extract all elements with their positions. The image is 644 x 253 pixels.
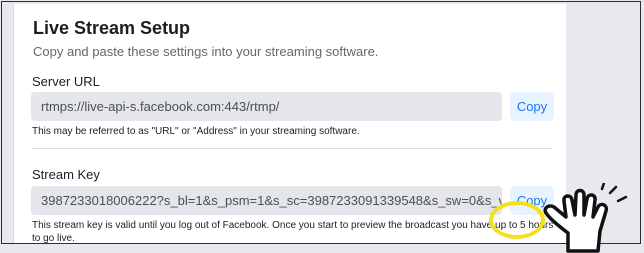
stream-key-label: Stream Key xyxy=(32,167,100,182)
panel-subtitle: Copy and paste these settings into your … xyxy=(33,44,379,59)
screen-frame: Live Stream Setup Copy and paste these s… xyxy=(1,1,641,244)
server-url-hint: This may be referred to as "URL" or "Add… xyxy=(32,126,360,137)
live-stream-setup-panel: Live Stream Setup Copy and paste these s… xyxy=(13,4,566,244)
server-url-field[interactable]: rtmps://live-api-s.facebook.com:443/rtmp… xyxy=(31,92,502,121)
stream-key-field[interactable]: 3987233018006222?s_bl=1&s_psm=1&s_sc=398… xyxy=(31,186,502,215)
copy-server-url-button[interactable]: Copy xyxy=(510,92,554,121)
section-divider xyxy=(32,148,552,149)
stream-key-hint: This stream key is valid until you log o… xyxy=(32,220,554,244)
panel-title: Live Stream Setup xyxy=(33,18,191,38)
server-url-label: Server URL xyxy=(32,74,100,89)
copy-stream-key-button[interactable]: Copy xyxy=(510,186,554,215)
